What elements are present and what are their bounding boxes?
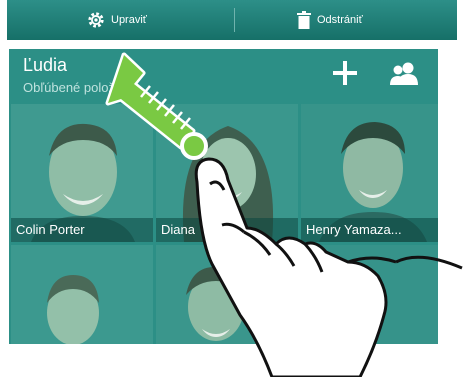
- delete-label: Odstrániť: [317, 14, 363, 26]
- people-screen: Ľudia Obľúbené položky Colin Porter Dian…: [9, 49, 438, 344]
- contact-tile[interactable]: [156, 245, 298, 344]
- contact-name: [11, 320, 153, 344]
- contact-name: Diana: [156, 218, 298, 242]
- contact-name: Colin Porter: [11, 218, 153, 242]
- contact-tile[interactable]: Colin Porter: [11, 104, 153, 242]
- page-title: Ľudia: [23, 55, 68, 75]
- favorites-tab[interactable]: Obľúbené položky: [23, 80, 128, 95]
- plus-icon[interactable]: [331, 59, 359, 87]
- action-bar: Upraviť Odstrániť: [7, 0, 457, 40]
- contact-name: Henry Yamaza...: [301, 218, 438, 242]
- people-header: Ľudia Obľúbené položky: [9, 49, 438, 101]
- edit-label: Upraviť: [111, 14, 147, 26]
- contact-tile[interactable]: [301, 245, 438, 344]
- toolbar-divider: [234, 8, 235, 32]
- people-icon[interactable]: [389, 61, 419, 85]
- contact-name: [301, 320, 438, 344]
- contact-tile[interactable]: Henry Yamaza...: [301, 104, 438, 242]
- gear-icon: [88, 12, 104, 28]
- contact-name: [156, 320, 298, 344]
- delete-button[interactable]: Odstrániť: [297, 0, 363, 40]
- edit-button[interactable]: Upraviť: [87, 0, 147, 40]
- contact-tile[interactable]: Diana: [156, 104, 298, 242]
- contact-tile[interactable]: [11, 245, 153, 344]
- trash-icon: [297, 11, 311, 29]
